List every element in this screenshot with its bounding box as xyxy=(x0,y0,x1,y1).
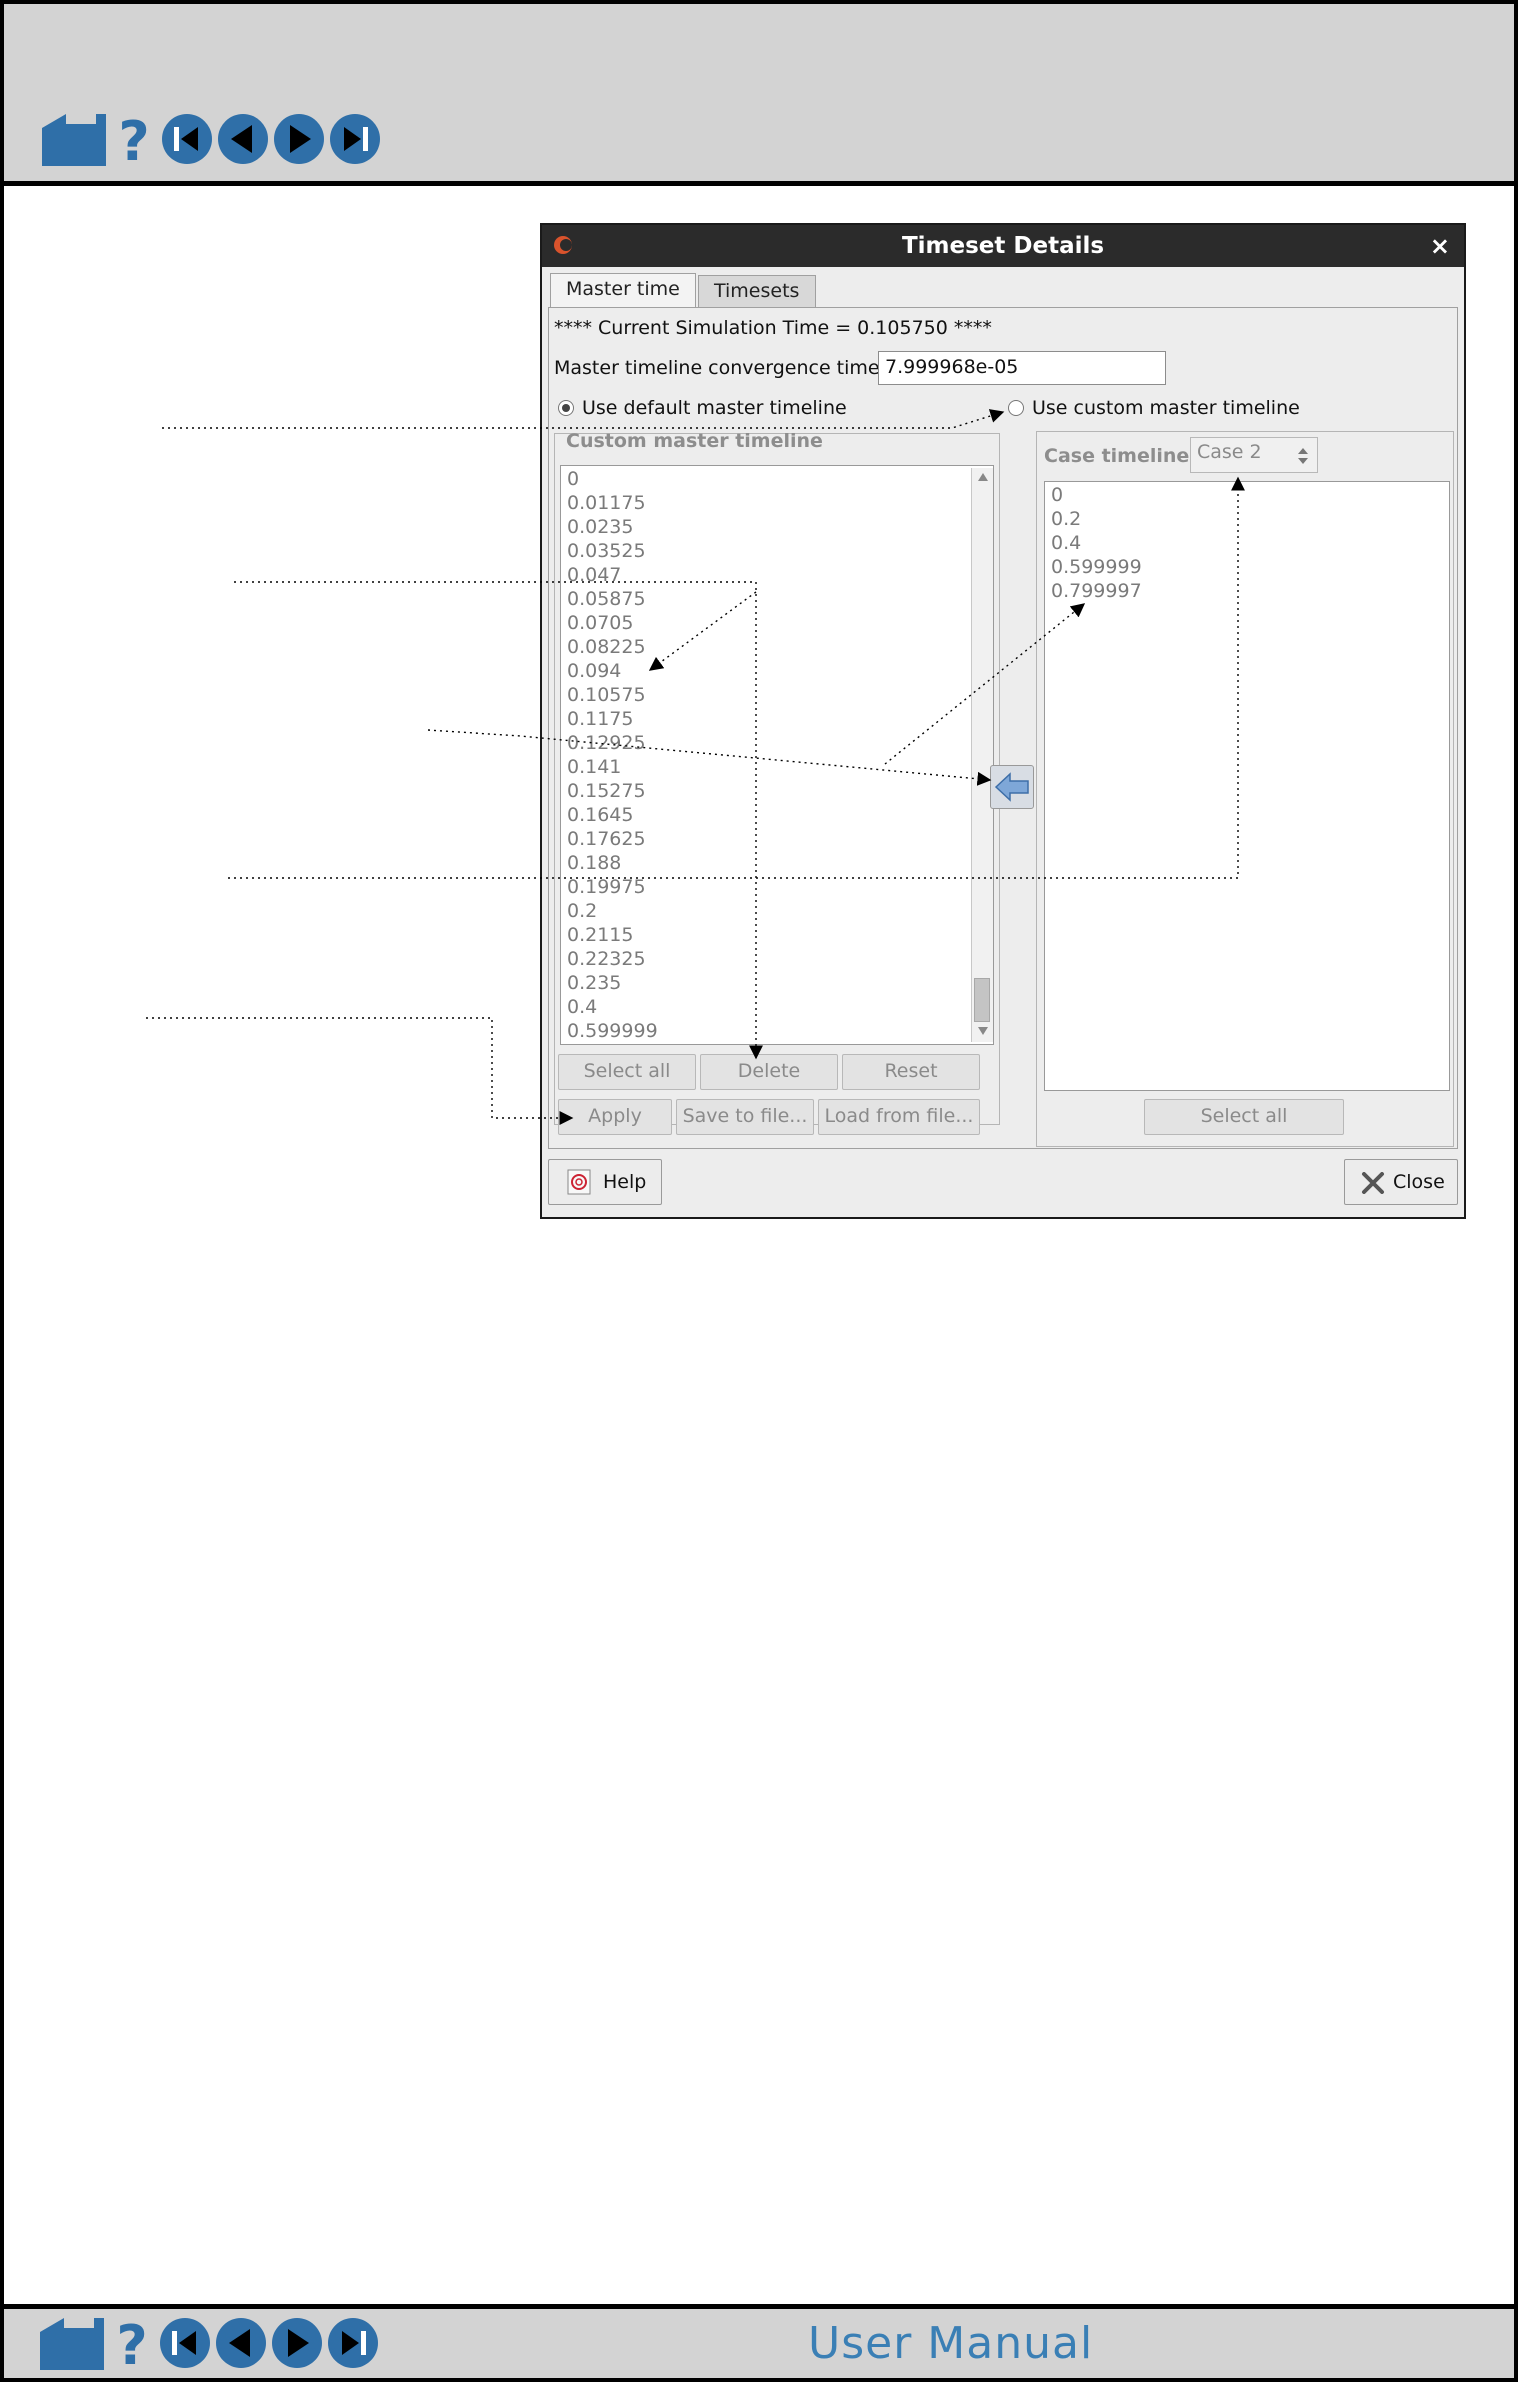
next-page-icon[interactable] xyxy=(272,112,326,166)
current-simulation-time: **** Current Simulation Time = 0.105750 … xyxy=(554,317,992,339)
reset-button[interactable]: Reset xyxy=(842,1054,980,1090)
case-select[interactable]: Case 2 xyxy=(1190,437,1318,473)
custom-timeline-radio[interactable] xyxy=(1008,400,1024,416)
case-select-value: Case 2 xyxy=(1197,441,1262,463)
scroll-thumb[interactable] xyxy=(974,978,990,1022)
close-button[interactable]: Close xyxy=(1344,1159,1458,1205)
dialog-title: Timeset Details xyxy=(901,233,1105,259)
list-item[interactable]: 0.01175 xyxy=(567,492,646,514)
list-item[interactable]: 0.10575 xyxy=(567,684,646,706)
case-timeline-list[interactable]: 0 0.2 0.4 0.599999 0.799997 xyxy=(1044,481,1450,1091)
list-item[interactable]: 0.0705 xyxy=(567,612,633,634)
list-item[interactable]: 0.19975 xyxy=(567,876,646,898)
dialog-titlebar: Timeset Details × xyxy=(542,225,1464,267)
close-x-icon xyxy=(1362,1172,1384,1194)
tab-master-time[interactable]: Master time xyxy=(550,273,696,307)
tab-timesets[interactable]: Timesets xyxy=(698,275,816,307)
apply-button[interactable]: Apply xyxy=(558,1099,672,1135)
list-item[interactable]: 0.17625 xyxy=(567,828,646,850)
list-item[interactable]: 0.15275 xyxy=(567,780,646,802)
list-item[interactable]: 0.235 xyxy=(567,972,621,994)
first-page-icon[interactable] xyxy=(160,112,214,166)
case-timeline-label: Case timeline xyxy=(1044,445,1190,467)
default-timeline-label: Use default master timeline xyxy=(582,397,847,419)
timeset-details-dialog: Timeset Details × Master time Timesets *… xyxy=(540,223,1466,1219)
svg-text:?: ? xyxy=(118,110,149,168)
load-from-file-button[interactable]: Load from file... xyxy=(818,1099,980,1135)
list-item[interactable]: 0.188 xyxy=(567,852,621,874)
last-page-icon[interactable] xyxy=(328,112,382,166)
help-button-label: Help xyxy=(603,1171,647,1193)
list-item[interactable]: 0.2115 xyxy=(567,924,633,946)
list-item[interactable]: 0.1645 xyxy=(567,804,633,826)
list-item[interactable]: 0.799997 xyxy=(1051,580,1142,602)
user-manual-brand: User Manual xyxy=(808,2318,1094,2369)
convergence-label: Master timeline convergence time xyxy=(554,357,880,379)
list-item[interactable]: 0.599999 xyxy=(567,1020,658,1042)
help-lifebuoy-icon xyxy=(567,1169,591,1195)
list-item[interactable]: 0.08225 xyxy=(567,636,646,658)
list-item[interactable]: 0.05875 xyxy=(567,588,646,610)
delete-button[interactable]: Delete xyxy=(700,1054,838,1090)
list-item[interactable]: 0.2 xyxy=(567,900,597,922)
list-item[interactable]: 0 xyxy=(1051,484,1063,506)
bottom-nav-icons: ? xyxy=(36,2314,380,2372)
help-button[interactable]: Help xyxy=(548,1159,662,1205)
top-nav-icons: ? xyxy=(38,110,382,168)
help-icon[interactable]: ? xyxy=(108,2314,156,2372)
list-item[interactable]: 0.2 xyxy=(1051,508,1081,530)
last-page-icon[interactable] xyxy=(326,2316,380,2370)
select-all-button[interactable]: Select all xyxy=(558,1054,696,1090)
list-item[interactable]: 0.4 xyxy=(1051,532,1081,554)
previous-page-icon[interactable] xyxy=(214,2316,268,2370)
close-button-label: Close xyxy=(1393,1171,1445,1193)
left-arrow-icon xyxy=(994,772,1029,802)
home-icon[interactable] xyxy=(36,2314,108,2372)
svg-text:?: ? xyxy=(116,2314,147,2372)
custom-timeline-list[interactable]: 0 0.01175 0.0235 0.03525 0.047 0.05875 0… xyxy=(560,465,994,1045)
list-item[interactable]: 0.03525 xyxy=(567,540,646,562)
select-updown-icon xyxy=(1298,448,1308,464)
scroll-up-icon[interactable] xyxy=(977,472,989,482)
default-timeline-radio[interactable] xyxy=(558,400,574,416)
copy-to-master-button[interactable] xyxy=(990,765,1034,809)
list-item[interactable]: 0.047 xyxy=(567,564,621,586)
scroll-down-icon[interactable] xyxy=(977,1026,989,1036)
home-icon[interactable] xyxy=(38,110,110,168)
first-page-icon[interactable] xyxy=(158,2316,212,2370)
help-icon[interactable]: ? xyxy=(110,110,158,168)
list-item[interactable]: 0.141 xyxy=(567,756,621,778)
list-item[interactable]: 0.599999 xyxy=(1051,556,1142,578)
list-item[interactable]: 0.12925 xyxy=(567,732,646,754)
close-icon[interactable]: × xyxy=(1430,232,1450,260)
list-item[interactable]: 0 xyxy=(567,468,579,490)
list-scrollbar[interactable] xyxy=(971,468,993,1042)
convergence-time-field[interactable]: 7.999968e-05 xyxy=(878,351,1166,385)
case-select-all-button[interactable]: Select all xyxy=(1144,1099,1344,1135)
custom-timeline-label: Use custom master timeline xyxy=(1032,397,1300,419)
list-item[interactable]: 0.4 xyxy=(567,996,597,1018)
list-item[interactable]: 0.0235 xyxy=(567,516,633,538)
list-item[interactable]: 0.094 xyxy=(567,660,621,682)
save-to-file-button[interactable]: Save to file... xyxy=(676,1099,814,1135)
previous-page-icon[interactable] xyxy=(216,112,270,166)
list-item[interactable]: 0.1175 xyxy=(567,708,633,730)
list-item[interactable]: 0.22325 xyxy=(567,948,646,970)
custom-master-timeline-title: Custom master timeline xyxy=(566,430,823,452)
next-page-icon[interactable] xyxy=(270,2316,324,2370)
